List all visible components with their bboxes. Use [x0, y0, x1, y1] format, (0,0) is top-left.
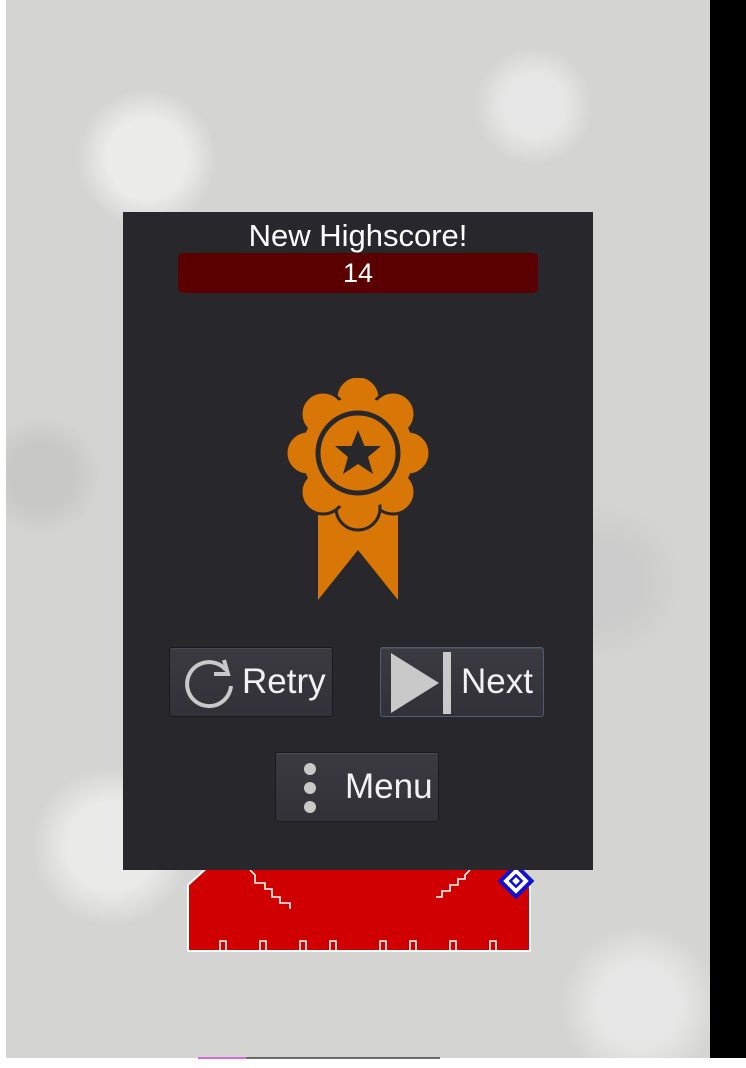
menu-label: Menu — [345, 767, 433, 806]
skip-next-icon — [391, 652, 451, 714]
next-label: Next — [461, 662, 533, 701]
ground-marker — [198, 1057, 246, 1059]
refresh-icon — [185, 659, 233, 709]
highscore-dialog: New Highscore! 14 Retry Next Menu — [123, 212, 593, 870]
menu-button[interactable]: Menu — [275, 752, 439, 822]
right-border — [710, 0, 746, 1058]
next-button[interactable]: Next — [380, 647, 544, 717]
score-display: 14 — [178, 253, 538, 293]
retry-button[interactable]: Retry — [169, 647, 333, 717]
vertical-dots-icon — [304, 763, 316, 813]
award-ribbon-icon — [284, 378, 432, 600]
retry-label: Retry — [242, 662, 326, 701]
dialog-title: New Highscore! — [248, 218, 468, 253]
